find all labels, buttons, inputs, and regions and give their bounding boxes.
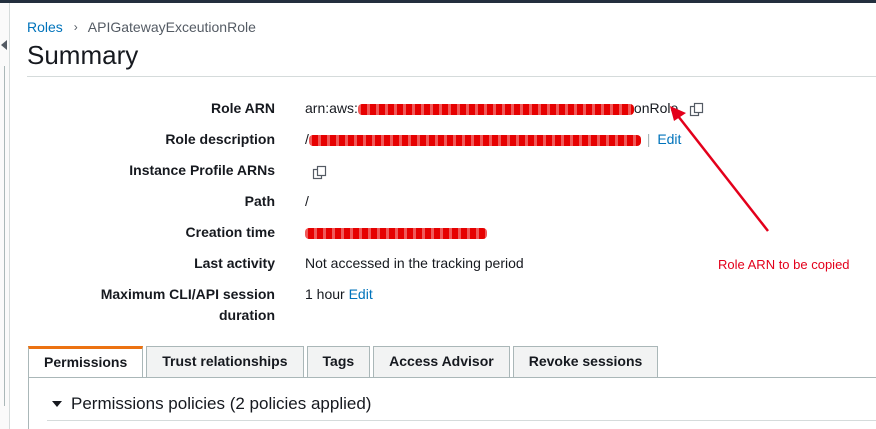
permissions-policies-toggle[interactable]: Permissions policies (2 policies applied… [52, 394, 371, 414]
tab-revoke-sessions[interactable]: Revoke sessions [512, 346, 659, 377]
annotation-text: Role ARN to be copied [718, 257, 850, 272]
tab-trust-relationships[interactable]: Trust relationships [146, 346, 304, 377]
section-divider [47, 420, 876, 421]
tab-access-advisor[interactable]: Access Advisor [373, 346, 510, 377]
tab-permissions[interactable]: Permissions [28, 346, 144, 378]
tab-bar: Permissions Trust relationships Tags Acc… [28, 346, 661, 378]
permissions-policies-title: Permissions policies (2 policies applied… [71, 394, 372, 413]
caret-down-icon [52, 401, 62, 407]
tab-tags[interactable]: Tags [306, 346, 371, 377]
